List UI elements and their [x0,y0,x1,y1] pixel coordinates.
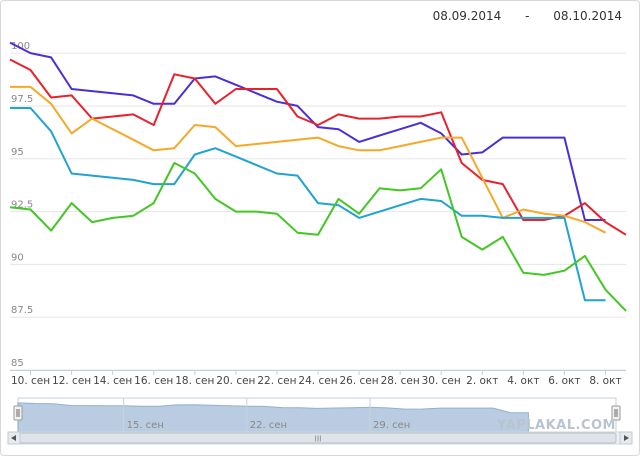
series-line-1 [9,41,606,221]
x-tick-label: 2. окт [466,375,498,387]
x-tick-label: 26. сен [339,375,378,387]
series-group [9,41,627,312]
x-tick-label: 12. сен [52,375,91,387]
watermark: YAPLAKAL.COM [497,418,616,433]
y-tick-label: 87.5 [11,305,33,316]
y-tick-label: 97.5 [11,94,33,105]
series-line-3 [10,85,606,234]
line-chart: 8587.59092.59597.5100 10. сен 12. сен 14. … [7,41,633,445]
series-line-2 [9,58,627,236]
y-tick-label: 90 [11,252,24,263]
x-tick-label: 10. сен [11,375,50,387]
x-tick-label: 28. сен [381,375,420,387]
y-tick-label: 85 [11,358,24,369]
navigator-label: 15. сен [127,420,164,431]
x-tick-label: 18. сен [175,375,214,387]
scrollbar-grip: III [314,435,321,444]
x-tick-label: 8. окт [589,375,621,387]
x-tick-label: 20. сен [216,375,255,387]
x-tick-label: 6. окт [548,375,580,387]
left-range-handle[interactable] [13,405,23,421]
x-tick-label: 16. сен [134,375,173,387]
y-axis: 8587.59092.59597.5100 [11,41,33,369]
y-tick-label: 95 [11,147,24,158]
x-tick-label: 14. сен [93,375,132,387]
series-line-5 [9,162,627,312]
x-axis: 10. сен 12. сен 14. сен 16. сен 18. сен 20. с… [10,370,626,387]
x-tick-label: 30. сен [422,375,461,387]
x-tick-label: 24. сен [298,375,337,387]
navigator-label: 29. сен [373,420,410,431]
navigator-label: 22. сен [250,420,287,431]
x-tick-label: 22. сен [257,375,296,387]
x-tick-label: 4. окт [507,375,539,387]
